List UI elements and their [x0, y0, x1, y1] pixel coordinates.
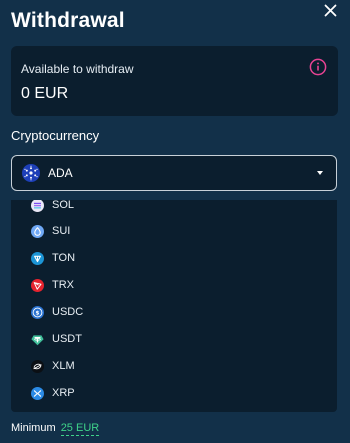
cryptocurrency-dropdown-list[interactable]: SOL SUI TON TRX $ USDC USDT XLM XRP [11, 200, 337, 412]
usdt-icon [31, 334, 44, 345]
cryptocurrency-select[interactable]: ADA [11, 155, 337, 191]
dropdown-item-usdt[interactable]: USDT [11, 326, 337, 352]
dropdown-item-xlm[interactable]: XLM [11, 353, 337, 379]
minimum-label: Minimum [11, 422, 56, 434]
dropdown-item-label: USDT [52, 333, 82, 345]
close-icon [324, 4, 336, 16]
sui-icon [31, 224, 44, 238]
selected-crypto-label: ADA [48, 166, 73, 180]
trx-icon [31, 278, 44, 292]
dropdown-item-label: XLM [52, 360, 75, 372]
minimum-amount-note: Minimum 25 EUR [11, 422, 100, 436]
minimum-amount[interactable]: 25 EUR [60, 422, 100, 436]
dropdown-item-sui[interactable]: SUI [11, 218, 337, 244]
dropdown-item-xrp[interactable]: XRP [11, 380, 337, 406]
dropdown-item-label: SOL [52, 200, 75, 211]
dropdown-item-label: TON [52, 252, 76, 264]
balance-value: 0 EUR [21, 85, 69, 102]
dropdown-item-ton[interactable]: TON [11, 245, 337, 271]
dropdown-scrollbar[interactable] [331, 200, 334, 412]
xlm-icon [31, 359, 44, 373]
dropdown-item-label: XRP [52, 387, 75, 399]
dialog-title: Withdrawal [11, 9, 125, 32]
dropdown-item-trx[interactable]: TRX [11, 272, 337, 298]
balance-card: Available to withdraw 0 EUR [11, 46, 338, 116]
ada-icon [22, 164, 40, 182]
balance-label: Available to withdraw [21, 62, 134, 76]
dropdown-item-label: SUI [52, 225, 71, 237]
info-icon[interactable] [309, 58, 327, 76]
dropdown-item-sol[interactable]: SOL [11, 200, 337, 218]
usdc-icon: $ [31, 305, 44, 319]
close-button[interactable] [320, 0, 340, 20]
svg-text:$: $ [36, 310, 40, 316]
sol-icon [31, 200, 44, 212]
chevron-down-icon [317, 171, 323, 175]
cryptocurrency-label: Cryptocurrency [11, 128, 100, 143]
ton-icon [31, 251, 44, 265]
xrp-icon [31, 386, 44, 400]
dropdown-item-label: TRX [52, 279, 74, 291]
dropdown-item-usdc[interactable]: $ USDC [11, 299, 337, 325]
dropdown-item-label: USDC [52, 306, 84, 318]
